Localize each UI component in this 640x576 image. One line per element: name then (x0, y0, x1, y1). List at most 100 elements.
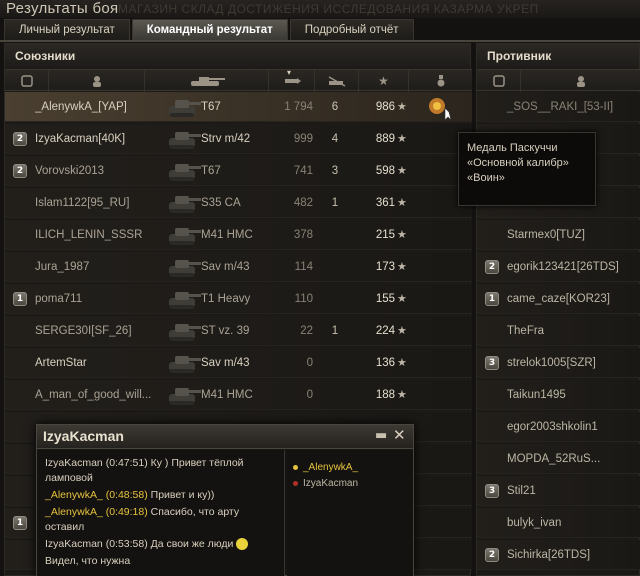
chat-message: _AlenywkA_ (0:49:18) Спасибо, что арту о… (45, 505, 280, 535)
enemy-row[interactable]: 3 strelok1005[SZR] (477, 348, 640, 378)
squad-badge-icon: 1 (485, 292, 499, 306)
star-icon: ★ (397, 229, 407, 241)
enemy-row[interactable]: Taikun1495 (477, 380, 640, 410)
col-damage[interactable]: ▾ (269, 68, 315, 92)
col-vehicle[interactable] (145, 70, 269, 92)
squad-badge-icon: 2 (485, 548, 499, 562)
squad-badge-icon: 3 (485, 484, 499, 498)
tank-icon (165, 190, 203, 216)
kills-value (323, 284, 347, 314)
participant-name: _AlenywkA_ (303, 462, 359, 473)
player-name: ArtemStar (35, 357, 87, 369)
squad-badge-icon: 2 (13, 132, 27, 146)
tab-detailed-report[interactable]: Подробный отчёт (289, 19, 414, 41)
star-icon: ★ (397, 357, 407, 369)
experience-value: 136 (375, 357, 395, 369)
message-author: IzyaKacman (0:47:51) (45, 457, 148, 469)
experience-value: 188 (375, 389, 395, 401)
enemy-row[interactable]: _SOS__RAKI_[53-II] (477, 92, 640, 122)
enemy-row[interactable]: 2 Sichirka[26TDS] (477, 540, 640, 570)
enemy-row[interactable]: MOPDA_52RuS... (477, 444, 640, 474)
enemy-row[interactable]: 1 came_caze[KOR23] (477, 284, 640, 314)
allies-column-header: ▾ ★ (5, 68, 472, 92)
player-name: Taikun1495 (507, 389, 566, 401)
player-name: IzyaKacman[40K] (35, 133, 126, 145)
player-name: MOPDA_52RuS... (507, 453, 601, 465)
enemy-row[interactable]: bulyk_ivan (477, 508, 640, 538)
ally-row[interactable]: SERGE30I[SF_26] ST vz. 39 22 1 224 ★ (5, 316, 472, 346)
player-name: poma711 (35, 293, 83, 305)
tab-team-result[interactable]: Командный результат (131, 19, 288, 41)
col-kills[interactable] (315, 70, 359, 92)
participant-name: IzyaKacman (303, 478, 359, 489)
enemies-column-header (477, 69, 640, 92)
kills-value (323, 220, 347, 250)
message-text: Да свои же люди (147, 538, 234, 550)
ally-row[interactable]: ILICH_LENIN_SSSR M41 HMC 378 215 ★ (5, 220, 472, 250)
kills-value (323, 252, 347, 282)
col-squad[interactable] (5, 70, 49, 92)
damage-value: 1 794 (284, 101, 313, 113)
medal-icon (437, 75, 444, 87)
star-icon: ★ (397, 197, 407, 209)
tank-icon (190, 77, 225, 86)
enemy-row[interactable]: egor2003shkolin1 (477, 412, 640, 442)
squad-badge-icon (20, 75, 33, 87)
star-icon: ★ (397, 133, 407, 145)
vehicle-name: T67 (201, 101, 221, 113)
tooltip-line-3: «Воин» (467, 172, 505, 184)
ally-row[interactable]: 2 Vorovski2013 T67 741 3 598 ★ (5, 156, 472, 186)
tank-icon (165, 350, 203, 376)
close-icon[interactable]: ✕ (393, 428, 409, 444)
vehicle-name: M41 HMC (201, 389, 253, 401)
player-name: strelok1005[SZR] (507, 357, 596, 369)
player-name: egorik123421[26TDS] (507, 261, 619, 273)
status-dot-icon (293, 480, 298, 486)
ally-row[interactable]: 1 poma711 T1 Heavy 110 155 ★ (5, 284, 472, 314)
private-chat-window[interactable]: IzyaKacman ▬ ✕ IzyaKacman (0:47:51) Ку )… (36, 424, 414, 576)
enemy-row[interactable]: Starmex0[TUZ] (477, 220, 640, 250)
ally-row[interactable]: 2 IzyaKacman[40K] Strv m/42 999 4 889 ★ (5, 124, 472, 154)
ally-row[interactable]: _AlenywkA_[YAP] T67 1 794 6 986 ★ (5, 92, 472, 122)
enemy-row[interactable]: 2 egorik123421[26TDS] (477, 252, 640, 282)
allies-title: Союзники (5, 44, 470, 68)
chat-participants: _AlenywkA_ IzyaKacman (287, 450, 413, 576)
ally-row[interactable]: A_man_of_good_will... M41 HMC 0 188 ★ (5, 380, 472, 410)
col-medals[interactable] (409, 70, 472, 92)
player-name: bulyk_ivan (507, 517, 562, 529)
damage-value: 0 (306, 357, 313, 369)
enemy-row[interactable]: TheFra (477, 316, 640, 346)
player-icon (577, 76, 585, 87)
experience-value: 215 (375, 229, 395, 241)
player-name: came_caze[KOR23] (507, 293, 610, 305)
chat-titlebar[interactable]: IzyaKacman ▬ ✕ (37, 425, 413, 449)
damage-value: 741 (293, 165, 313, 177)
player-name: A_man_of_good_will... (35, 389, 152, 401)
squad-badge-icon: 2 (485, 260, 499, 274)
ally-row[interactable]: Jura_1987 Sav m/43 114 173 ★ (5, 252, 472, 282)
participant[interactable]: _AlenywkA_ (293, 460, 407, 476)
col-player-enemy[interactable] (521, 70, 640, 92)
col-squad-enemy[interactable] (477, 70, 521, 92)
col-player[interactable] (49, 70, 145, 92)
ally-row[interactable]: Islam1122[95_RU] S35 CA 482 1 361 ★ (5, 188, 472, 218)
enemy-row[interactable]: 3 Stil21 (477, 476, 640, 506)
page-title: Результаты боя (6, 0, 119, 17)
tabs-divider (0, 40, 640, 42)
chat-messages[interactable]: IzyaKacman (0:47:51) Ку ) Привет тёплой … (37, 450, 285, 576)
kills-value (323, 380, 347, 410)
damage-value: 999 (293, 133, 313, 145)
star-icon: ★ (397, 325, 407, 337)
squad-badge-icon: 3 (485, 356, 499, 370)
tab-personal-result[interactable]: Личный результат (4, 19, 130, 41)
ally-row[interactable]: ArtemStar Sav m/43 0 136 ★ (5, 348, 472, 378)
player-name: Stil21 (507, 485, 536, 497)
minimize-icon[interactable]: ▬ (375, 429, 389, 443)
message-author: IzyaKacman (0:53:58) (45, 538, 148, 550)
medal-icon[interactable] (425, 94, 455, 120)
kills-value: 1 (331, 197, 339, 209)
vehicle-name: M41 HMC (201, 229, 253, 241)
col-experience[interactable]: ★ (359, 70, 409, 92)
damage-icon (284, 78, 301, 84)
participant[interactable]: IzyaKacman (293, 476, 407, 492)
